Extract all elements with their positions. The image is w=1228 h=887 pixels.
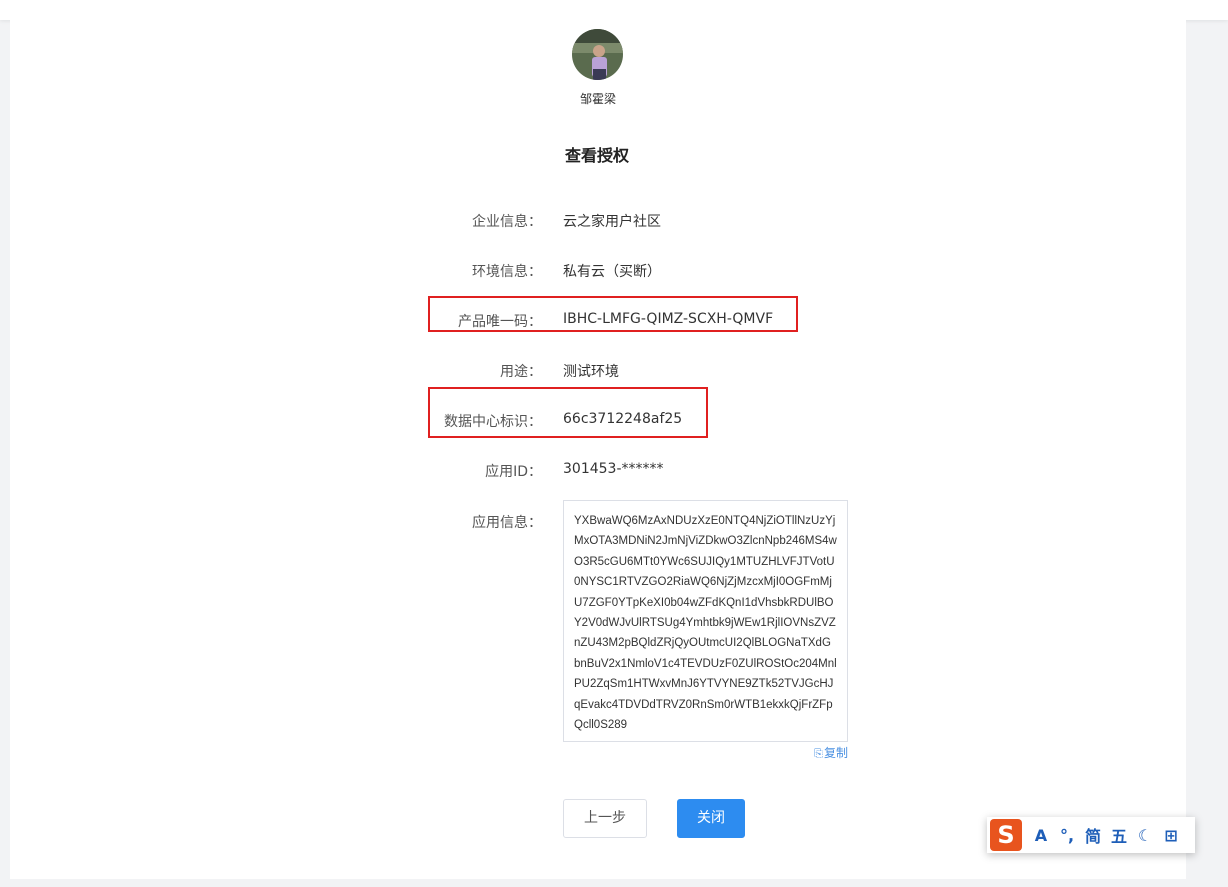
prev-step-button[interactable]: 上一步 xyxy=(563,799,647,838)
ime-wubi-toggle[interactable]: 五 xyxy=(1106,823,1132,847)
copy-icon: ⎘ xyxy=(814,747,823,760)
sogou-logo-icon[interactable]: S xyxy=(990,819,1022,851)
environment-value: 私有云（买断） xyxy=(563,264,661,280)
product-code-highlight xyxy=(428,296,798,332)
ime-simplified-toggle[interactable]: 简 xyxy=(1080,823,1106,847)
user-avatar xyxy=(572,29,623,80)
company-value: 云之家用户社区 xyxy=(563,214,661,230)
ime-punctuation-toggle[interactable]: °, xyxy=(1054,826,1080,845)
usage-value: 测试环境 xyxy=(563,364,619,380)
ime-moon-icon[interactable]: ☾ xyxy=(1132,826,1158,845)
app-id-label: 应用ID： xyxy=(485,464,542,480)
app-info-label: 应用信息： xyxy=(472,515,542,531)
copy-label: 复制 xyxy=(823,746,848,760)
ime-toolbar: S A °, 简 五 ☾ ⊞ xyxy=(987,817,1195,853)
ime-language-toggle[interactable]: A xyxy=(1028,826,1054,845)
datacenter-id-highlight xyxy=(428,387,708,438)
app-id-value: 301453-****** xyxy=(563,461,664,477)
usage-label: 用途： xyxy=(500,364,542,380)
copy-link[interactable]: ⎘复制 xyxy=(780,744,848,761)
app-info-textbox[interactable]: YXBwaWQ6MzAxNDUzXzE0NTQ4NjZiOTllNzUzYjMx… xyxy=(563,500,848,742)
company-label: 企业信息： xyxy=(472,214,542,230)
environment-label: 环境信息： xyxy=(472,264,542,280)
top-bar xyxy=(0,0,1228,20)
ime-grid-icon[interactable]: ⊞ xyxy=(1158,826,1184,845)
close-button[interactable]: 关闭 xyxy=(677,799,745,838)
user-name: 邹霍梁 xyxy=(579,92,616,106)
page-title: 查看授权 xyxy=(564,146,629,165)
